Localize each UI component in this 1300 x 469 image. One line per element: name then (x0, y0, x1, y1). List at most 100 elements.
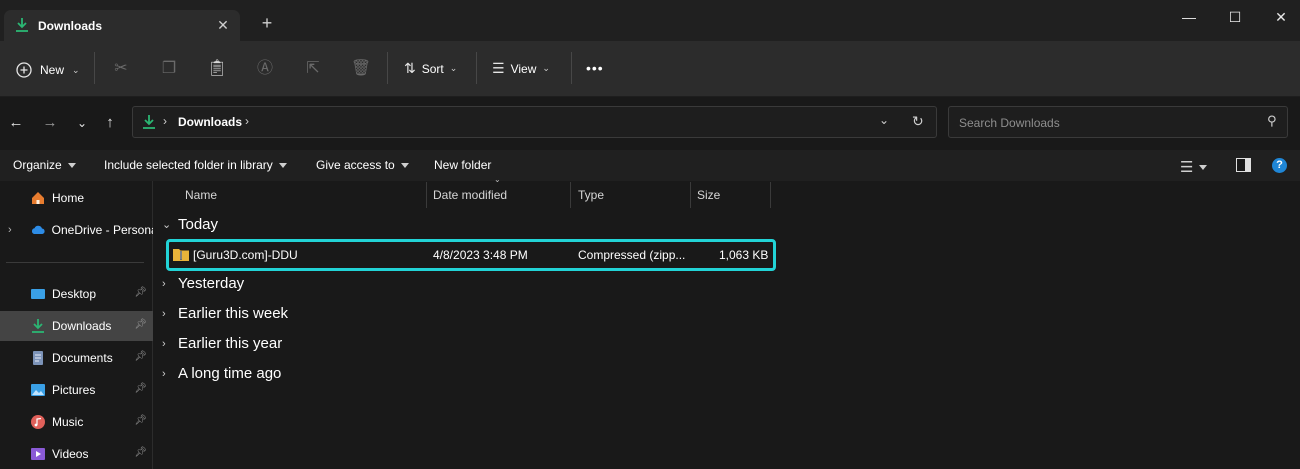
nav-label: Pictures (52, 383, 96, 397)
nav-item-onedrive[interactable]: › OneDrive - Personal (0, 215, 153, 245)
address-dropdown-chevron-icon[interactable]: ⌄ (879, 113, 889, 127)
delete-icon[interactable]: 🗑︎ (350, 58, 372, 80)
nav-label: Downloads (52, 319, 112, 333)
plus-circle-icon (16, 62, 32, 78)
breadcrumb-downloads[interactable]: Downloads (178, 115, 242, 129)
view-button[interactable]: ☰ View ⌄ (492, 60, 550, 77)
file-size: 1,063 KB (719, 248, 769, 262)
caret-down-icon (400, 162, 409, 168)
new-tab-button[interactable]: + (258, 14, 276, 32)
preview-pane-icon[interactable] (1236, 158, 1251, 172)
forward-arrow-icon[interactable]: → (40, 113, 60, 133)
include-in-library-menu[interactable]: Include selected folder in library (104, 158, 287, 172)
command-bar (0, 41, 1300, 97)
include-label: Include selected folder in library (104, 158, 273, 172)
caret-down-icon (67, 162, 76, 168)
separator (387, 52, 388, 84)
nav-item-home[interactable]: Home (0, 183, 153, 213)
details-view-icon: ☰ (1180, 159, 1194, 176)
group-header-yesterday[interactable]: › Yesterday (162, 275, 244, 292)
column-separator[interactable] (426, 182, 427, 208)
pictures-icon (31, 384, 45, 396)
rename-icon[interactable]: Ⓐ (254, 58, 276, 80)
organize-label: Organize (13, 158, 62, 172)
group-label: A long time ago (178, 365, 282, 382)
chevron-down-icon: ⌄ (72, 64, 80, 75)
download-icon (32, 319, 44, 333)
expand-chevron-icon[interactable]: › (8, 224, 30, 236)
group-label: Earlier this week (178, 305, 289, 322)
nav-label: Documents (52, 351, 113, 365)
column-header-type[interactable]: Type (578, 188, 604, 208)
refresh-icon[interactable]: ↻ (912, 113, 924, 130)
home-icon (32, 192, 44, 204)
group-header-today[interactable]: ⌄ Today (162, 216, 218, 233)
pin-icon[interactable]: 📌︎ (134, 447, 147, 458)
caret-down-icon (1199, 164, 1208, 170)
nav-label: Desktop (52, 287, 97, 301)
sort-icon: ⇅ (404, 60, 416, 76)
collapse-chevron-icon: ⌄ (162, 219, 172, 231)
column-separator[interactable] (770, 182, 771, 208)
minimize-button[interactable]: — (1166, 6, 1212, 28)
column-header-size[interactable]: Size (697, 188, 720, 208)
sort-label: Sort (421, 61, 444, 76)
close-tab-icon[interactable]: ✕ (214, 16, 232, 34)
view-list-icon: ☰ (492, 60, 505, 76)
expand-chevron-icon: › (162, 367, 166, 380)
nav-item-documents[interactable]: Documents 📌︎ (0, 343, 153, 373)
search-icon[interactable]: ⚲ (1267, 113, 1277, 129)
search-input[interactable] (957, 113, 1261, 133)
pin-icon[interactable]: 📌︎ (134, 415, 147, 426)
column-header-date[interactable]: Date modified (433, 188, 507, 208)
paste-icon[interactable]: 📋︎ (206, 58, 228, 80)
address-bar[interactable]: › Downloads › ⌄ ↻ (132, 106, 937, 138)
nav-item-videos[interactable]: Videos 📌︎ (0, 439, 153, 469)
cut-icon[interactable]: ✂ (110, 58, 132, 80)
nav-item-pictures[interactable]: Pictures 📌︎ (0, 375, 153, 405)
organize-menu[interactable]: Organize (13, 158, 76, 172)
sort-indicator-icon: ⌄ (494, 175, 501, 184)
sort-button[interactable]: ⇅ Sort ⌄ (404, 60, 457, 77)
column-separator[interactable] (570, 182, 571, 208)
recent-locations-chevron-icon[interactable]: ⌄ (72, 113, 92, 133)
pin-icon[interactable]: 📌︎ (134, 351, 147, 362)
copy-icon[interactable]: ❐ (158, 58, 180, 80)
expand-chevron-icon: › (162, 337, 166, 350)
group-header-earlier-this-week[interactable]: › Earlier this week (162, 305, 288, 322)
file-date: 4/8/2023 3:48 PM (433, 248, 528, 262)
maximize-button[interactable]: ☐ (1212, 6, 1258, 28)
separator (571, 52, 572, 84)
pin-icon[interactable]: 📌︎ (134, 319, 147, 330)
file-name[interactable]: [Guru3D.com]-DDU (193, 248, 298, 262)
nav-divider (6, 262, 144, 263)
nav-item-desktop[interactable]: Desktop 📌︎ (0, 279, 153, 309)
up-arrow-icon[interactable]: ↑ (100, 113, 120, 133)
group-header-earlier-this-year[interactable]: › Earlier this year (162, 335, 282, 352)
group-header-a-long-time-ago[interactable]: › A long time ago (162, 365, 281, 382)
desktop-icon (31, 289, 45, 299)
nav-item-downloads[interactable]: Downloads 📌︎ (0, 311, 153, 341)
tab-downloads[interactable]: Downloads ✕ (4, 10, 240, 41)
change-view-button[interactable]: ☰ (1180, 158, 1208, 176)
tab-title: Downloads (38, 19, 103, 33)
back-arrow-icon[interactable]: ← (6, 113, 26, 133)
share-icon[interactable]: ⇱ (302, 58, 324, 80)
give-access-menu[interactable]: Give access to (316, 158, 409, 172)
pin-icon[interactable]: 📌︎ (134, 287, 147, 298)
new-button[interactable]: New ⌄ (16, 60, 80, 80)
pin-icon[interactable]: 📌︎ (134, 383, 147, 394)
column-separator[interactable] (690, 182, 691, 208)
help-icon[interactable]: ? (1272, 158, 1287, 173)
close-window-button[interactable]: ✕ (1258, 6, 1300, 28)
nav-item-music[interactable]: Music 📌︎ (0, 407, 153, 437)
zip-folder-icon (173, 249, 189, 261)
view-label: View (510, 61, 537, 76)
column-header-name[interactable]: Name (185, 188, 217, 208)
more-options-button[interactable]: ••• (586, 60, 604, 76)
group-label: Yesterday (178, 275, 245, 292)
new-folder-button[interactable]: New folder (434, 158, 491, 172)
breadcrumb-chevron-icon[interactable]: › (245, 114, 249, 128)
search-box[interactable]: ⚲ (948, 106, 1288, 138)
group-label: Earlier this year (178, 335, 283, 352)
